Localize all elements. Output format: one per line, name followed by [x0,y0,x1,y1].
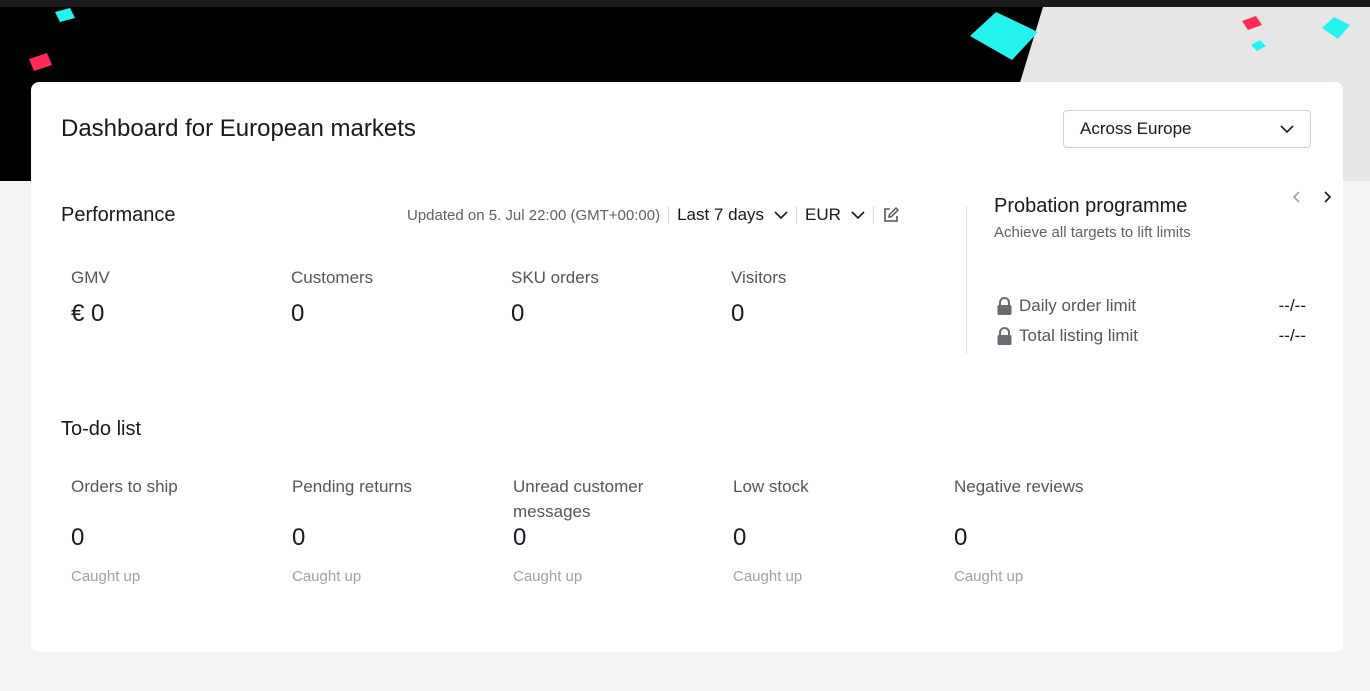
confetti-cyan [55,8,75,22]
performance-title: Performance [61,204,176,226]
todo-label: Negative reviews [954,477,1084,496]
todo-status: Caught up [71,568,141,585]
todo-title: To-do list [61,418,142,440]
todo-value: 0 [733,524,747,551]
todo-label: Low stock [733,477,809,496]
period-value: Last 7 days [677,205,765,224]
performance-controls: Updated on 5. Jul 22:00 (GMT+00:00) Last… [407,203,900,227]
limit-label: Total listing limit [1019,326,1139,345]
limit-label: Daily order limit [1019,296,1137,315]
metric-label: Visitors [731,268,787,287]
period-dropdown[interactable]: Last 7 days [677,205,788,225]
metric-label: Customers [291,268,374,287]
confetti-red-small [1242,16,1262,30]
metric-visitors: Visitors 0 [731,268,786,328]
page-title: Dashboard for European markets [61,115,416,142]
limit-value: --/-- [1278,326,1306,345]
todo-value: 0 [954,524,968,551]
metric-value: € 0 [71,300,105,327]
metric-value: 0 [511,300,525,327]
chevron-down-icon [851,210,865,219]
metric-gmv: GMV € 0 [71,268,110,328]
top-line [0,0,1370,7]
currency-value: EUR [805,205,841,224]
todo-label: Pending returns [292,477,413,496]
updated-timestamp: Updated on 5. Jul 22:00 (GMT+00:00) [407,206,661,224]
lock-icon [997,296,1012,315]
metric-customers: Customers 0 [291,268,373,328]
todo-label: Unread customer messages [513,477,644,521]
limit-row-total-listing: Total listing limit --/-- [996,326,1306,346]
region-select-value: Across Europe [1080,119,1192,138]
divider [668,206,670,224]
chevron-down-icon [1280,124,1294,133]
metric-label: GMV [71,268,110,287]
currency-dropdown[interactable]: EUR [805,205,865,225]
todo-status: Caught up [513,568,583,585]
limit-row-daily-order: Daily order limit --/-- [996,296,1306,316]
limit-value: --/-- [1278,296,1306,315]
todo-status: Caught up [292,568,362,585]
metric-label: SKU orders [511,268,599,287]
edit-icon[interactable] [882,206,900,224]
confetti-cyan-small [1251,40,1266,51]
todo-status: Caught up [954,568,1024,585]
todo-orders-to-ship[interactable]: Orders to ship 0 Caught up [71,474,271,585]
todo-value: 0 [513,524,527,551]
todo-negative-reviews[interactable]: Negative reviews 0 Caught up [954,474,1154,585]
divider [796,206,798,224]
metric-sku-orders: SKU orders 0 [511,268,599,328]
metric-value: 0 [291,300,305,327]
chevron-left-icon[interactable] [1290,190,1304,204]
lock-icon [997,326,1012,345]
confetti-cyan-right [1322,17,1350,39]
probation-title: Probation programme [994,195,1188,217]
todo-status: Caught up [733,568,803,585]
section-divider [966,206,967,354]
todo-value: 0 [71,524,85,551]
divider [872,206,874,224]
dashboard-card: Dashboard for European markets Across Eu… [31,82,1343,652]
todo-unread-messages[interactable]: Unread customer messages 0 Caught up [513,474,683,585]
todo-value: 0 [292,524,306,551]
chevron-down-icon [774,210,788,219]
probation-subtitle: Achieve all targets to lift limits [994,224,1191,241]
metric-value: 0 [731,300,745,327]
todo-label: Orders to ship [71,477,178,496]
chevron-right-icon[interactable] [1320,190,1334,204]
region-select[interactable]: Across Europe [1063,110,1311,148]
todo-pending-returns[interactable]: Pending returns 0 Caught up [292,474,492,585]
confetti-red [29,53,52,71]
todo-low-stock[interactable]: Low stock 0 Caught up [733,474,933,585]
confetti-cyan-large [970,12,1038,60]
